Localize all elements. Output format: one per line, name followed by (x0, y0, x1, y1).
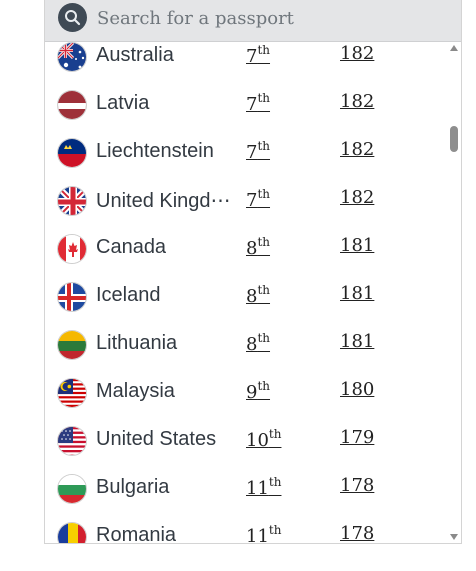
country-name: Malaysia (96, 380, 175, 402)
score-link[interactable]: 181 (340, 331, 374, 352)
country-name: United States (96, 428, 217, 450)
rank-link[interactable]: 7th (246, 43, 270, 67)
list-item[interactable]: Malaysia 9th 180 (45, 371, 447, 419)
list-item[interactable]: Canada 8th 181 (45, 227, 447, 275)
united-kingdom-flag-icon (57, 186, 87, 216)
search-input[interactable] (97, 5, 437, 31)
rank-link[interactable]: 8th (246, 331, 270, 355)
score-link[interactable]: 180 (340, 379, 374, 400)
country-name: Iceland (96, 284, 161, 306)
united-states-flag-icon (57, 426, 87, 456)
country-name: Latvia (96, 92, 150, 114)
list-item[interactable]: Romania 11th 178 (45, 515, 447, 543)
list-item[interactable]: Australia 7th 182 (45, 42, 447, 83)
list-item[interactable]: Iceland 8th 181 (45, 275, 447, 323)
list-item[interactable]: Latvia 7th 182 (45, 83, 447, 131)
score-link[interactable]: 182 (340, 139, 374, 160)
score-link[interactable]: 182 (340, 91, 374, 112)
country-name: Romania (96, 524, 177, 543)
rank-link[interactable]: 7th (246, 91, 270, 115)
scrollbar[interactable] (447, 42, 461, 543)
latvia-flag-icon (57, 90, 87, 120)
passport-list: Australia 7th 182 Latvia 7th 182 Liechte… (45, 42, 447, 543)
liechtenstein-flag-icon (57, 138, 87, 168)
rank-link[interactable]: 8th (246, 235, 270, 259)
country-name: Liechtenstein (96, 140, 214, 162)
rank-link[interactable]: 9th (246, 379, 270, 403)
country-name: Bulgaria (96, 476, 170, 498)
australia-flag-icon (57, 42, 87, 72)
score-link[interactable]: 182 (340, 187, 374, 208)
iceland-flag-icon (57, 282, 87, 312)
scrollbar-thumb[interactable] (450, 126, 458, 152)
country-name: Canada (96, 236, 167, 258)
scroll-down-arrow-icon[interactable] (450, 534, 458, 540)
bulgaria-flag-icon (57, 474, 87, 504)
score-link[interactable]: 181 (340, 283, 374, 304)
rank-link[interactable]: 10th (246, 427, 281, 451)
score-link[interactable]: 182 (340, 43, 374, 64)
list-item[interactable]: United Kingd⋯ 7th 182 (45, 179, 447, 227)
canada-flag-icon (57, 234, 87, 264)
scroll-up-arrow-icon[interactable] (450, 45, 458, 51)
rank-link[interactable]: 11th (246, 523, 281, 543)
score-link[interactable]: 179 (340, 427, 374, 448)
rank-link[interactable]: 7th (246, 187, 270, 211)
list-item[interactable]: Lithuania 8th 181 (45, 323, 447, 371)
country-name: Australia (96, 44, 174, 66)
rank-link[interactable]: 11th (246, 475, 281, 499)
rank-link[interactable]: 7th (246, 139, 270, 163)
country-name: Lithuania (96, 332, 178, 354)
lithuania-flag-icon (57, 330, 87, 360)
list-item[interactable]: Liechtenstein 7th 182 (45, 131, 447, 179)
romania-flag-icon (57, 522, 87, 543)
score-link[interactable]: 178 (340, 523, 374, 543)
rank-link[interactable]: 8th (246, 283, 270, 307)
list-item[interactable]: Bulgaria 11th 178 (45, 467, 447, 515)
search-bar (45, 0, 461, 42)
list-item[interactable]: United States 10th 179 (45, 419, 447, 467)
passport-list-panel: Australia 7th 182 Latvia 7th 182 Liechte… (44, 0, 462, 544)
score-link[interactable]: 178 (340, 475, 374, 496)
malaysia-flag-icon (57, 378, 87, 408)
search-icon[interactable] (58, 3, 87, 32)
score-link[interactable]: 181 (340, 235, 374, 256)
country-name: United Kingd⋯ (96, 190, 231, 212)
